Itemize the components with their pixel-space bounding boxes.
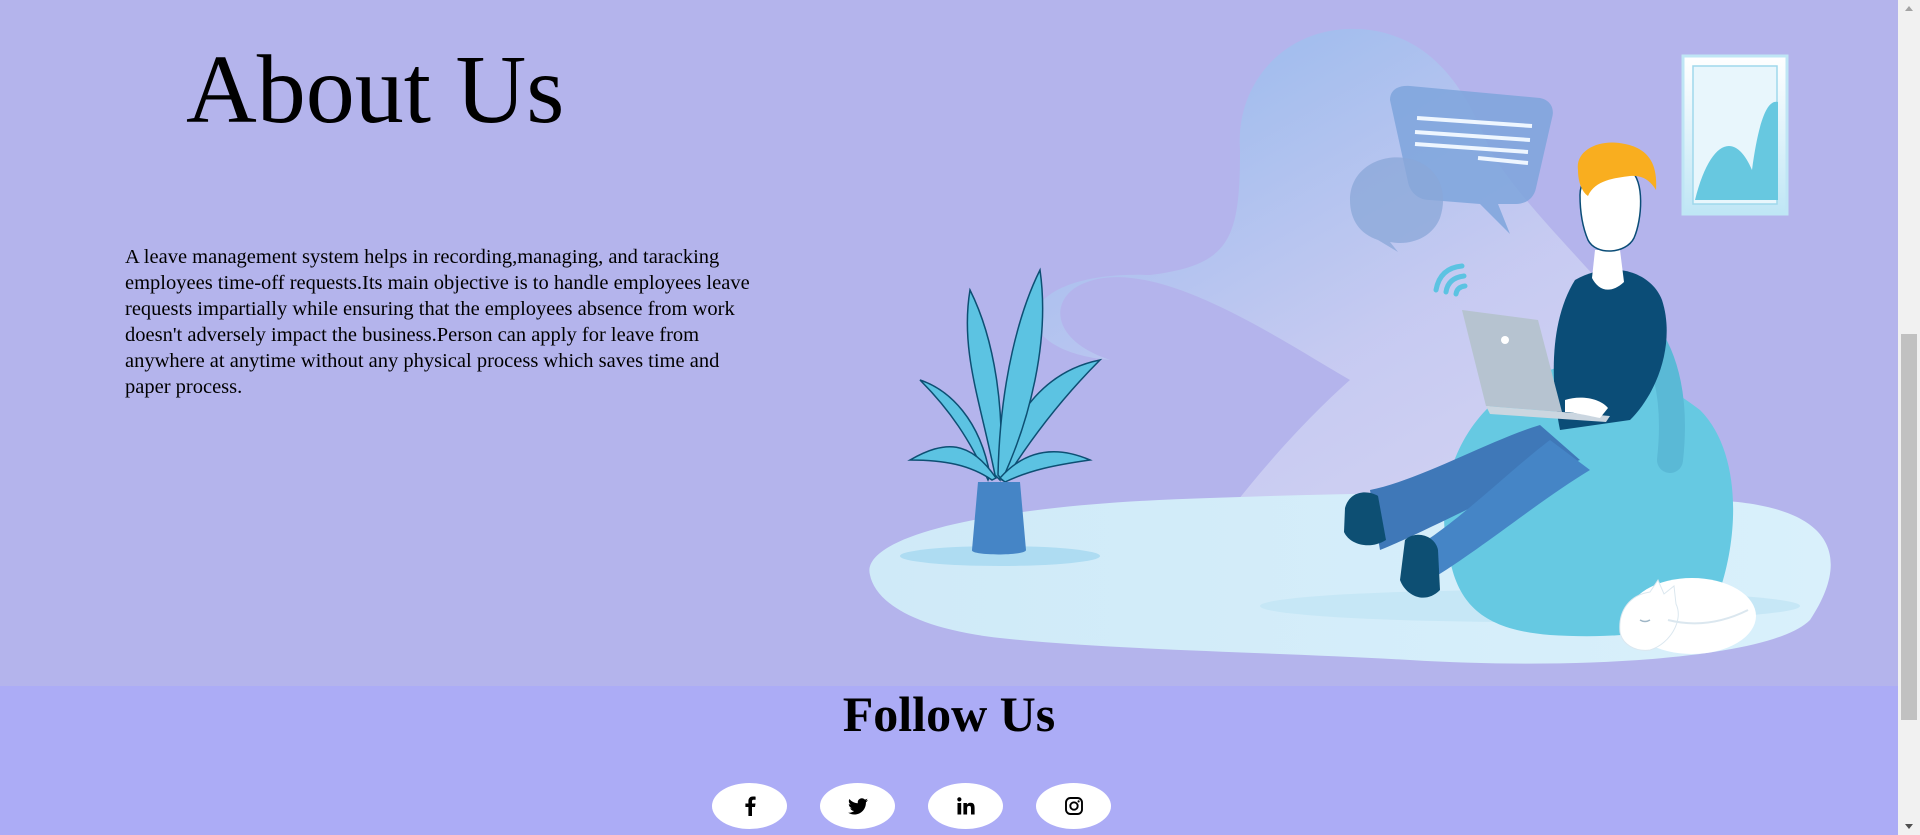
follow-section: Follow Us [0,686,1898,835]
page: About Us A leave management system helps… [0,0,1920,835]
linkedin-button[interactable] [928,783,1003,829]
instagram-icon [1064,797,1083,815]
about-title: About Us [186,36,565,144]
twitter-button[interactable] [820,783,895,829]
facebook-button[interactable] [712,783,787,829]
social-links [712,783,1111,831]
twitter-icon [847,797,868,814]
facebook-icon [744,796,756,816]
about-section: About Us A leave management system helps… [0,0,1898,686]
scroll-up-arrow-icon[interactable] [1898,0,1920,17]
linkedin-icon [956,797,975,815]
about-paragraph: A leave management system helps in recor… [125,246,750,398]
instagram-button[interactable] [1036,783,1111,829]
follow-title: Follow Us [842,686,1056,742]
scroll-down-arrow-icon[interactable] [1898,818,1920,835]
illustration-person-with-laptop [869,28,1831,664]
scrollbar-thumb[interactable] [1901,334,1917,720]
vertical-scrollbar[interactable] [1898,0,1920,835]
